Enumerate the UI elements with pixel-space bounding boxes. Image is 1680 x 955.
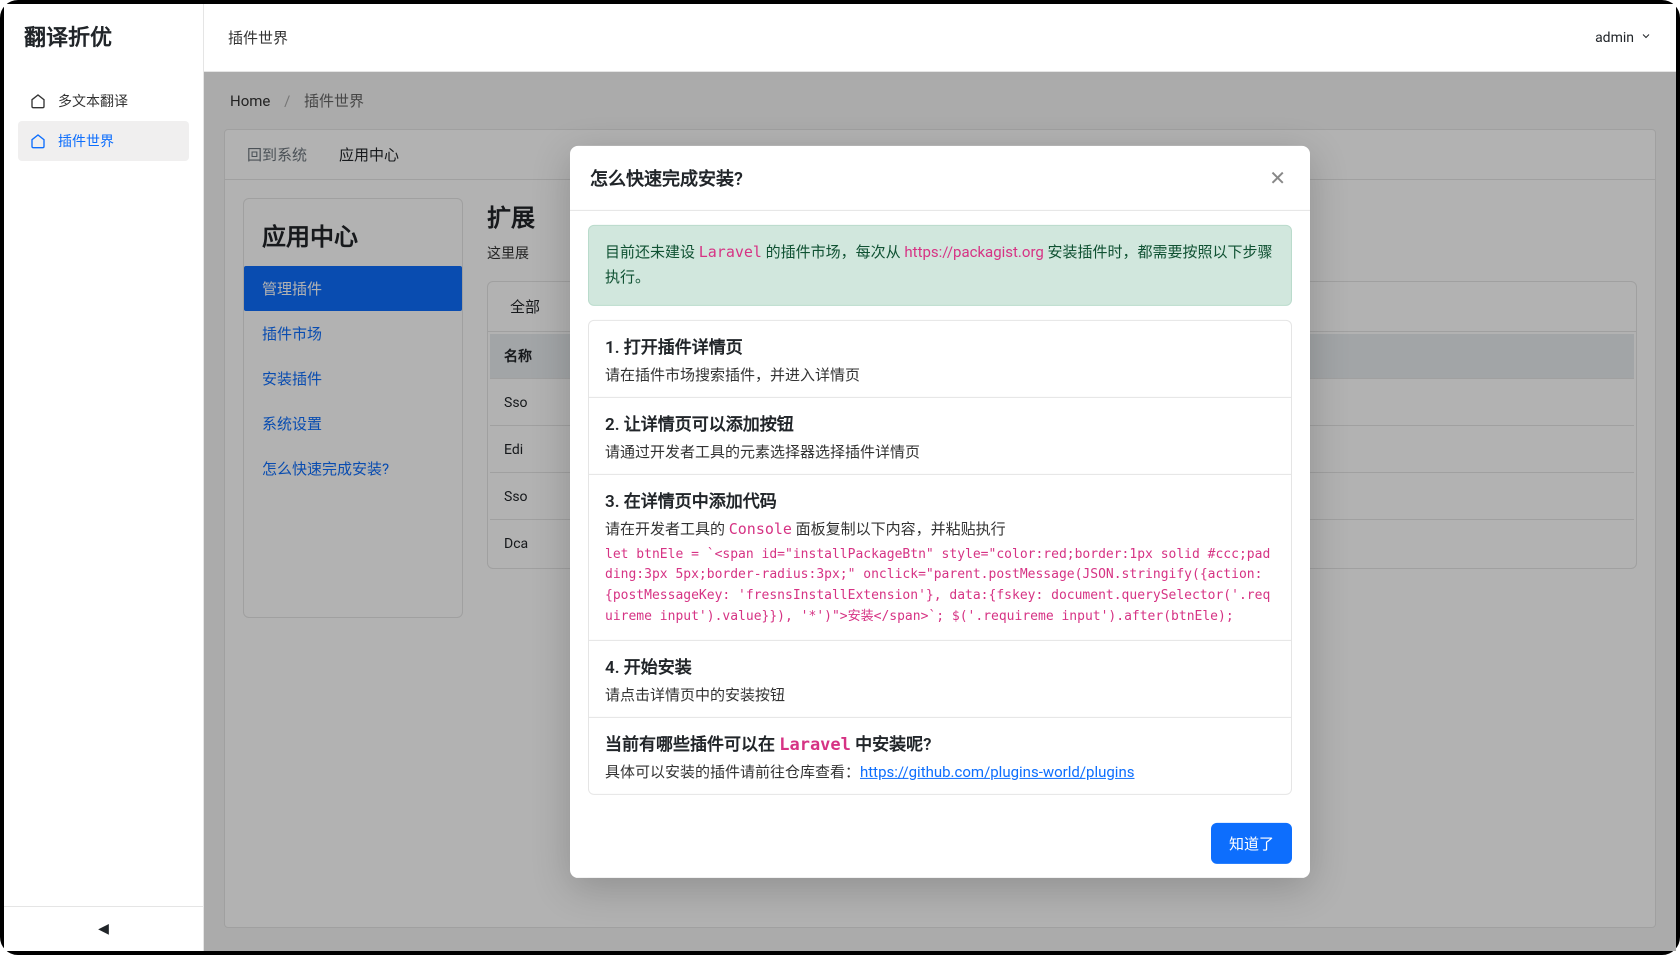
step-final: 当前有哪些插件可以在 Laravel 中安装呢? 具体可以安装的插件请前往仓库查… xyxy=(589,718,1291,794)
modal-title: 怎么快速完成安装? xyxy=(590,164,743,190)
step-4: 4. 开始安装 请点击详情页中的安装按钮 xyxy=(589,641,1291,718)
sidebar-item-label: 插件世界 xyxy=(58,131,114,151)
brand-logo: 翻译折优 xyxy=(4,4,203,69)
sidebar-item-plugins[interactable]: 插件世界 xyxy=(18,121,189,161)
content: Home / 插件世界 回到系统 应用中心 应用中心 管理插件 插件市场 安装插… xyxy=(204,72,1676,951)
install-guide-modal: 怎么快速完成安装? ✕ 目前还未建设 Laravel 的插件市场，每次从 htt… xyxy=(570,145,1310,877)
house-icon xyxy=(30,93,46,109)
topbar-title: 插件世界 xyxy=(228,27,288,48)
sidebar-item-translate[interactable]: 多文本翻译 xyxy=(18,81,189,121)
topbar: 插件世界 admin xyxy=(204,4,1676,72)
user-menu[interactable]: admin xyxy=(1595,30,1652,46)
ok-button[interactable]: 知道了 xyxy=(1211,823,1292,864)
code-snippet: let btnEle = `<span id="installPackageBt… xyxy=(605,544,1275,627)
close-button[interactable]: ✕ xyxy=(1265,163,1290,191)
close-icon: ✕ xyxy=(1269,165,1286,189)
plugins-repo-link[interactable]: https://github.com/plugins-world/plugins xyxy=(860,763,1134,781)
packagist-link[interactable]: https://packagist.org xyxy=(904,242,1043,260)
user-name: admin xyxy=(1595,30,1634,46)
chevron-left-icon: ◀ xyxy=(98,921,109,937)
main: 插件世界 admin Home / 插件世界 回到系统 应用中心 应用中心 xyxy=(204,4,1676,951)
house-icon xyxy=(30,133,46,149)
step-list: 1. 打开插件详情页 请在插件市场搜索插件，并进入详情页 2. 让详情页可以添加… xyxy=(588,319,1292,794)
alert: 目前还未建设 Laravel 的插件市场，每次从 https://packagi… xyxy=(588,224,1292,305)
step-3: 3. 在详情页中添加代码 请在开发者工具的 Console 面板复制以下内容，并… xyxy=(589,474,1291,640)
step-1: 1. 打开插件详情页 请在插件市场搜索插件，并进入详情页 xyxy=(589,320,1291,397)
step-2: 2. 让详情页可以添加按钮 请通过开发者工具的元素选择器选择插件详情页 xyxy=(589,397,1291,474)
sidebar-nav: 多文本翻译 插件世界 xyxy=(4,69,203,906)
sidebar-item-label: 多文本翻译 xyxy=(58,91,128,111)
sidebar: 翻译折优 多文本翻译 插件世界 ◀ xyxy=(4,4,204,951)
sidebar-collapse-toggle[interactable]: ◀ xyxy=(4,906,203,951)
chevron-down-icon xyxy=(1640,30,1652,46)
